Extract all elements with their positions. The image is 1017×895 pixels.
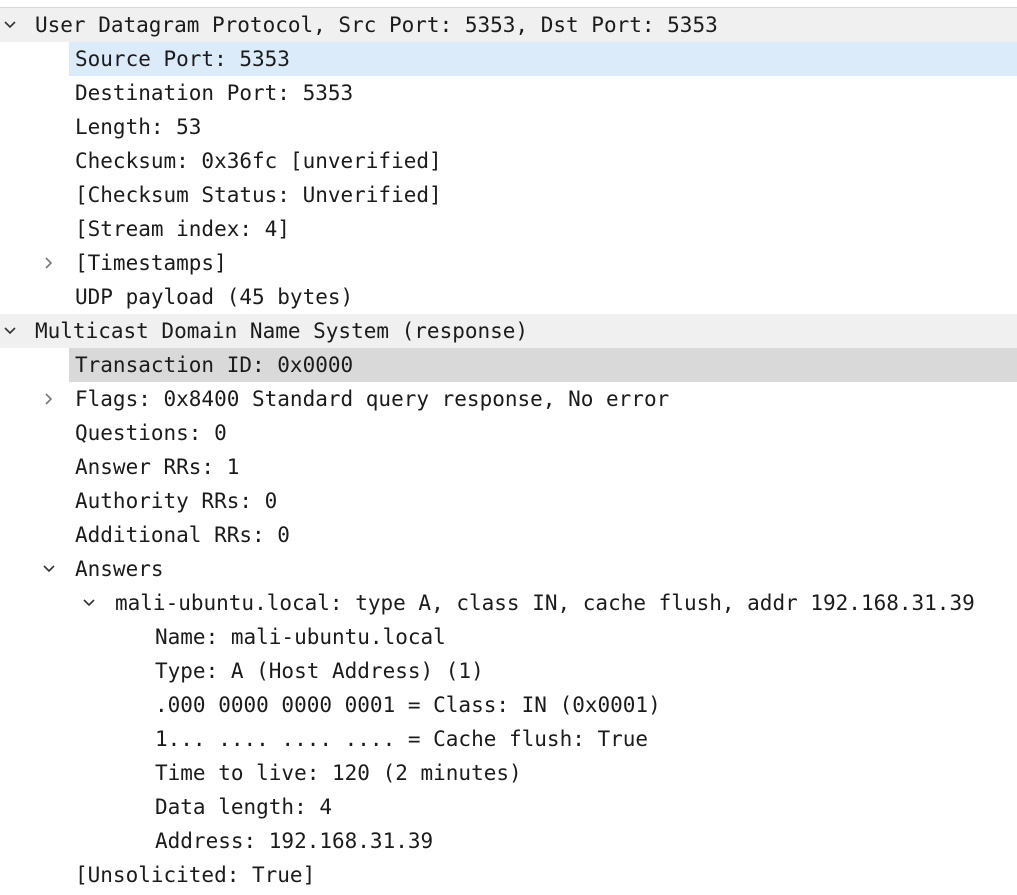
source-port-label: Source Port: 5353: [75, 47, 290, 71]
tree-row-type[interactable]: Type: A (Host Address) (1): [0, 654, 1017, 688]
tree-row-additional-rrs[interactable]: Additional RRs: 0: [0, 518, 1017, 552]
tree-row-address[interactable]: Address: 192.168.31.39: [0, 824, 1017, 858]
length-label: Length: 53: [75, 115, 202, 139]
chevron-down-icon[interactable]: [0, 8, 20, 42]
class-label: .000 0000 0000 0001 = Class: IN (0x0001): [155, 693, 661, 717]
ttl-label: Time to live: 120 (2 minutes): [155, 761, 522, 785]
checksum-status-label: [Checksum Status: Unverified]: [75, 183, 442, 207]
checksum-label: Checksum: 0x36fc [unverified]: [75, 149, 442, 173]
answer-record-label: mali-ubuntu.local: type A, class IN, cac…: [115, 591, 975, 615]
tree-row-udp-payload[interactable]: UDP payload (45 bytes): [0, 280, 1017, 314]
answer-rrs-label: Answer RRs: 1: [75, 455, 240, 479]
name-label: Name: mali-ubuntu.local: [155, 625, 446, 649]
tree-row-length[interactable]: Length: 53: [0, 110, 1017, 144]
tree-row-answers[interactable]: Answers: [0, 552, 1017, 586]
chevron-down-icon[interactable]: [79, 586, 99, 620]
unsolicited-label: [Unsolicited: True]: [75, 863, 316, 887]
tree-row-checksum-status[interactable]: [Checksum Status: Unverified]: [0, 178, 1017, 212]
tree-row-ttl[interactable]: Time to live: 120 (2 minutes): [0, 756, 1017, 790]
tree-row-udp[interactable]: User Datagram Protocol, Src Port: 5353, …: [0, 8, 1017, 42]
tree-row-data-length[interactable]: Data length: 4: [0, 790, 1017, 824]
mdns-header-label: Multicast Domain Name System (response): [35, 319, 529, 343]
destination-port-label: Destination Port: 5353: [75, 81, 354, 105]
tree-row-class[interactable]: .000 0000 0000 0001 = Class: IN (0x0001): [0, 688, 1017, 722]
transaction-id-label: Transaction ID: 0x0000: [75, 353, 354, 377]
tree-row-questions[interactable]: Questions: 0: [0, 416, 1017, 450]
tree-row-source-port[interactable]: Source Port: 5353: [0, 42, 1017, 76]
tree-row-name[interactable]: Name: mali-ubuntu.local: [0, 620, 1017, 654]
tree-row-authority-rrs[interactable]: Authority RRs: 0: [0, 484, 1017, 518]
data-length-label: Data length: 4: [155, 795, 333, 819]
tree-row-answer-record[interactable]: mali-ubuntu.local: type A, class IN, cac…: [0, 586, 1017, 620]
stream-index-label: [Stream index: 4]: [75, 217, 290, 241]
tree-row-cache-flush[interactable]: 1... .... .... .... = Cache flush: True: [0, 722, 1017, 756]
questions-label: Questions: 0: [75, 421, 227, 445]
address-label: Address: 192.168.31.39: [155, 829, 434, 853]
tree-row-checksum[interactable]: Checksum: 0x36fc [unverified]: [0, 144, 1017, 178]
answers-label: Answers: [75, 557, 164, 581]
chevron-right-icon[interactable]: [39, 246, 59, 280]
tree-row-stream-index[interactable]: [Stream index: 4]: [0, 212, 1017, 246]
type-label: Type: A (Host Address) (1): [155, 659, 484, 683]
tree-row-answer-rrs[interactable]: Answer RRs: 1: [0, 450, 1017, 484]
tree-row-flags[interactable]: Flags: 0x8400 Standard query response, N…: [0, 382, 1017, 416]
cache-flush-label: 1... .... .... .... = Cache flush: True: [155, 727, 649, 751]
authority-rrs-label: Authority RRs: 0: [75, 489, 278, 513]
tree-row-transaction-id[interactable]: Transaction ID: 0x0000: [0, 348, 1017, 382]
additional-rrs-label: Additional RRs: 0: [75, 523, 290, 547]
chevron-down-icon[interactable]: [39, 552, 59, 586]
tree-row-unsolicited[interactable]: [Unsolicited: True]: [0, 858, 1017, 892]
chevron-down-icon[interactable]: [0, 314, 20, 348]
tree-row-mdns[interactable]: Multicast Domain Name System (response): [0, 314, 1017, 348]
timestamps-label: [Timestamps]: [75, 251, 227, 275]
flags-label: Flags: 0x8400 Standard query response, N…: [75, 387, 670, 411]
udp-header-label: User Datagram Protocol, Src Port: 5353, …: [35, 13, 718, 37]
tree-row-destination-port[interactable]: Destination Port: 5353: [0, 76, 1017, 110]
tree-row-timestamps[interactable]: [Timestamps]: [0, 246, 1017, 280]
udp-payload-label: UDP payload (45 bytes): [75, 285, 354, 309]
chevron-right-icon[interactable]: [39, 382, 59, 416]
packet-details-tree: User Datagram Protocol, Src Port: 5353, …: [0, 7, 1017, 892]
